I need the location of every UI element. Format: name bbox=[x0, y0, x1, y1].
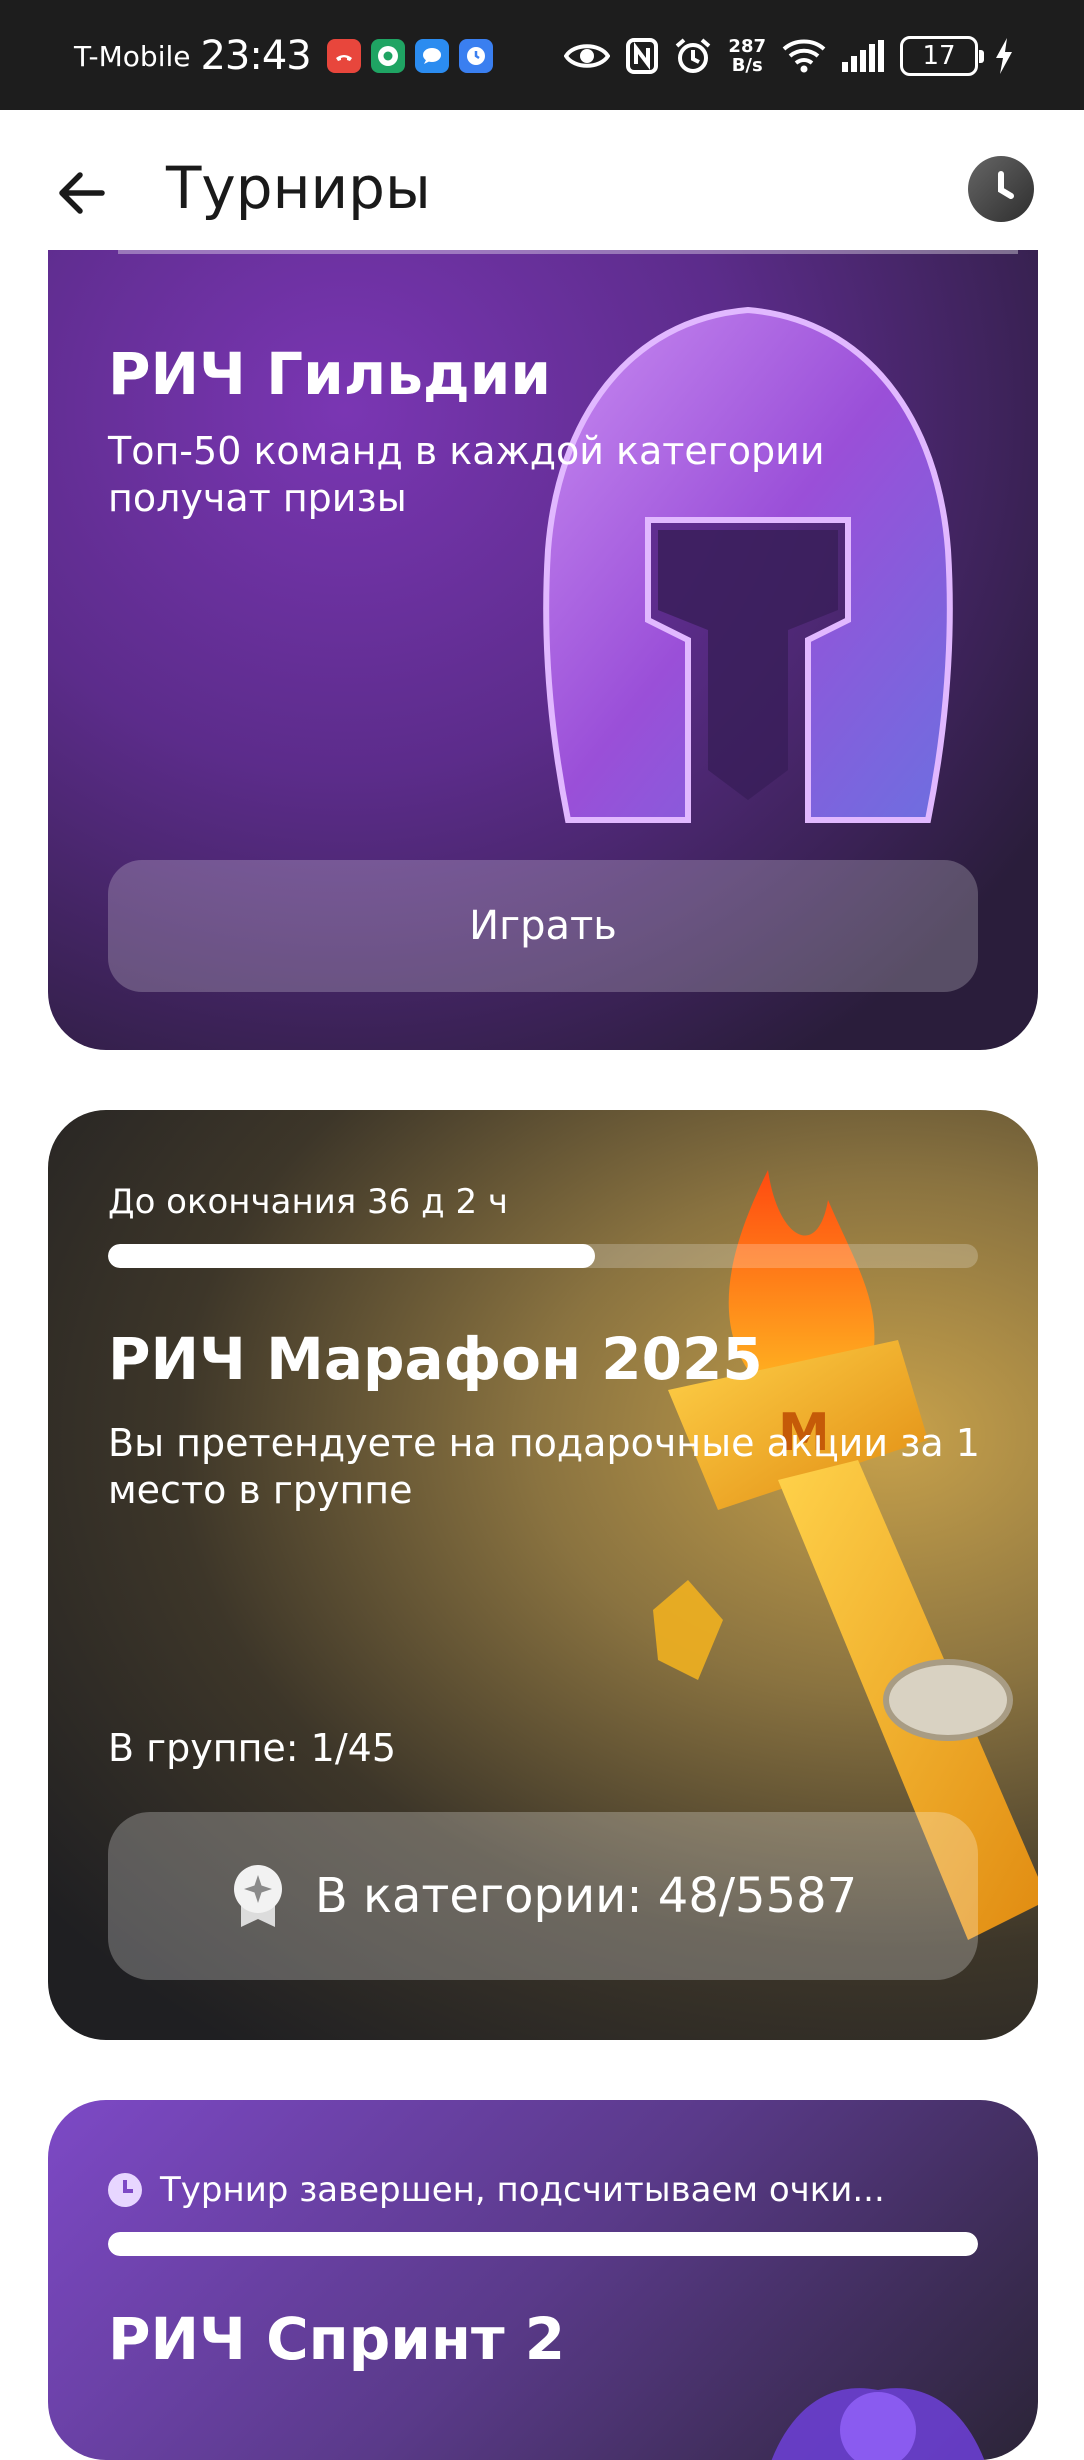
status-bar: T-Mobile 23:43 287 B/s 17 bbox=[0, 0, 1084, 110]
card-title: РИЧ Гильдии bbox=[108, 340, 551, 408]
net-speed-value: 287 bbox=[728, 36, 766, 57]
wifi-icon bbox=[782, 39, 826, 73]
marathon-tournament-card[interactable]: M До окончания 36 д 2 ч РИЧ Марафон 2025… bbox=[48, 1110, 1038, 2040]
card-description: Вы претендуете на подарочные акции за 1 … bbox=[108, 1421, 980, 1512]
status-text: Турнир завершен, подсчитываем очки... bbox=[160, 2170, 885, 2210]
history-button[interactable] bbox=[968, 156, 1034, 222]
clock-icon bbox=[998, 171, 1014, 199]
missed-call-icon bbox=[326, 39, 361, 73]
category-rank-text: В категории: 48/5587 bbox=[314, 1868, 858, 1924]
sprint-tournament-card[interactable]: Турнир завершен, подсчитываем очки... РИ… bbox=[48, 2100, 1038, 2460]
deadline-text: До окончания 36 д 2 ч bbox=[108, 1182, 508, 1222]
spartan-helmet-icon bbox=[488, 300, 1008, 860]
card-title: РИЧ Марафон 2025 bbox=[108, 1325, 763, 1393]
clock-app-icon bbox=[458, 39, 493, 73]
back-button[interactable] bbox=[50, 160, 116, 226]
chrome-app-icon bbox=[370, 39, 405, 73]
card-title: РИЧ Спринт 2 bbox=[108, 2305, 566, 2373]
card-top-edge bbox=[118, 250, 1018, 254]
battery-indicator: 17 bbox=[900, 36, 984, 76]
net-speed-unit: B/s bbox=[731, 55, 763, 76]
net-speed: 287 B/s bbox=[728, 37, 766, 75]
status-time: 23:43 bbox=[200, 33, 311, 79]
medal-icon bbox=[233, 1865, 282, 1927]
progress-fill bbox=[108, 2232, 978, 2256]
clock-icon bbox=[108, 2173, 142, 2207]
time-progress-bar bbox=[108, 2232, 978, 2256]
arrow-left-icon bbox=[59, 172, 105, 214]
card-description: Топ-50 команд в каждой категории получат… bbox=[108, 429, 825, 520]
eye-icon bbox=[564, 41, 611, 71]
signal-icon bbox=[842, 40, 884, 72]
category-rank-button[interactable]: В категории: 48/5587 bbox=[108, 1812, 978, 1980]
messages-app-icon bbox=[414, 39, 449, 73]
progress-fill bbox=[108, 1244, 596, 1268]
play-button[interactable]: Играть bbox=[108, 860, 978, 992]
finished-status: Турнир завершен, подсчитываем очки... bbox=[108, 2170, 885, 2210]
nfc-icon bbox=[626, 38, 659, 74]
status-bar-right: 287 B/s 17 bbox=[564, 28, 1014, 84]
guild-tournament-card[interactable]: РИЧ Гильдии Топ-50 команд в каждой катег… bbox=[48, 250, 1038, 1050]
time-progress-bar bbox=[108, 1244, 978, 1268]
page-title: Турниры bbox=[166, 154, 431, 222]
group-rank: В группе: 1/45 bbox=[108, 1726, 397, 1770]
alarm-icon bbox=[674, 37, 712, 75]
carrier-name: T-Mobile bbox=[74, 39, 191, 73]
charging-icon bbox=[994, 38, 1014, 74]
sprint-illustration bbox=[748, 2310, 1008, 2460]
status-bar-left: T-Mobile 23:43 bbox=[74, 30, 493, 82]
